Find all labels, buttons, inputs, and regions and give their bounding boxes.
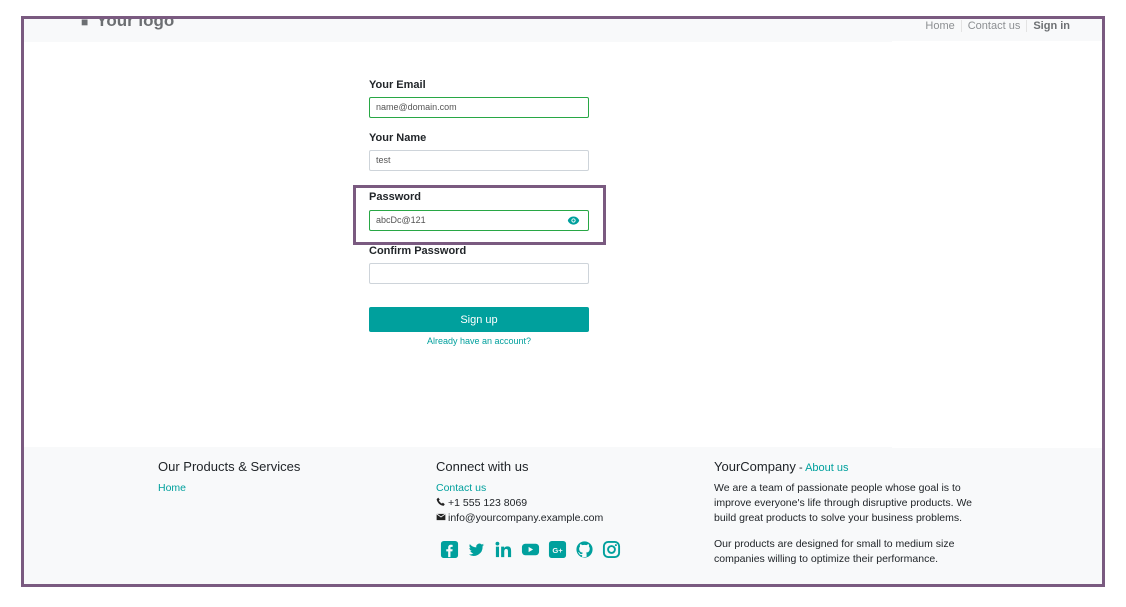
- footer-divider: [892, 445, 1102, 448]
- company-name: YourCompany: [714, 459, 796, 474]
- browser-frame: ■ Your logo Home Contact us Sign in Your …: [21, 16, 1105, 587]
- footer-connect-column: Connect with us Contact us +1 555 123 80…: [436, 459, 603, 526]
- connect-heading: Connect with us: [436, 459, 529, 474]
- google-plus-icon[interactable]: G+: [548, 540, 567, 559]
- site-footer: Our Products & Services Home Connect wit…: [24, 447, 1102, 584]
- name-field[interactable]: test: [369, 150, 589, 171]
- site-logo[interactable]: ■ Your logo: [81, 16, 175, 31]
- instagram-icon[interactable]: [602, 540, 621, 559]
- youtube-icon[interactable]: [521, 540, 540, 559]
- about-us-link[interactable]: About us: [805, 462, 848, 474]
- top-nav: Home Contact us Sign in: [919, 20, 1076, 32]
- footer-company-column: YourCompany - About us We are a team of …: [714, 459, 976, 567]
- nav-home[interactable]: Home: [919, 20, 960, 32]
- nav-sign-in[interactable]: Sign in: [1026, 20, 1076, 32]
- footer-contact-link[interactable]: Contact us: [436, 482, 486, 494]
- github-icon[interactable]: [575, 540, 594, 559]
- svg-text:G+: G+: [552, 546, 563, 555]
- email-field[interactable]: name@domain.com: [369, 97, 589, 118]
- nav-contact[interactable]: Contact us: [960, 20, 1027, 32]
- site-header: ■ Your logo Home Contact us Sign in: [24, 19, 1102, 42]
- header-divider: [892, 41, 1102, 43]
- name-label: Your Name: [369, 132, 427, 144]
- company-products-text: Our products are designed for small to m…: [714, 538, 955, 565]
- confirm-password-field[interactable]: [369, 263, 589, 284]
- already-have-account-link[interactable]: Already have an account?: [369, 336, 589, 346]
- footer-products-column: Our Products & Services Home: [158, 459, 300, 496]
- twitter-icon[interactable]: [467, 540, 486, 559]
- phone-line: +1 555 123 8069: [436, 496, 603, 511]
- company-description: We are a team of passionate people whose…: [714, 482, 973, 524]
- products-heading: Our Products & Services: [158, 459, 301, 474]
- email-label: Your Email: [369, 79, 426, 91]
- company-heading-separator: -: [795, 462, 806, 474]
- facebook-icon[interactable]: [440, 540, 459, 559]
- password-highlight-box: [353, 185, 606, 245]
- confirm-password-label: Confirm Password: [369, 245, 467, 257]
- footer-home-link[interactable]: Home: [158, 482, 186, 494]
- sign-up-button[interactable]: Sign up: [369, 307, 589, 332]
- social-icons: G+: [440, 540, 621, 559]
- company-heading: YourCompany - About us: [714, 459, 976, 475]
- phone-icon: [436, 497, 446, 507]
- logo-icon: ■: [81, 16, 89, 29]
- logo-text: Your logo: [96, 16, 175, 30]
- linkedin-icon[interactable]: [494, 540, 513, 559]
- email-line: info@yourcompany.example.com: [436, 511, 603, 526]
- phone-text: +1 555 123 8069: [448, 497, 528, 509]
- envelope-icon: [436, 512, 446, 522]
- email-text: info@yourcompany.example.com: [448, 512, 604, 524]
